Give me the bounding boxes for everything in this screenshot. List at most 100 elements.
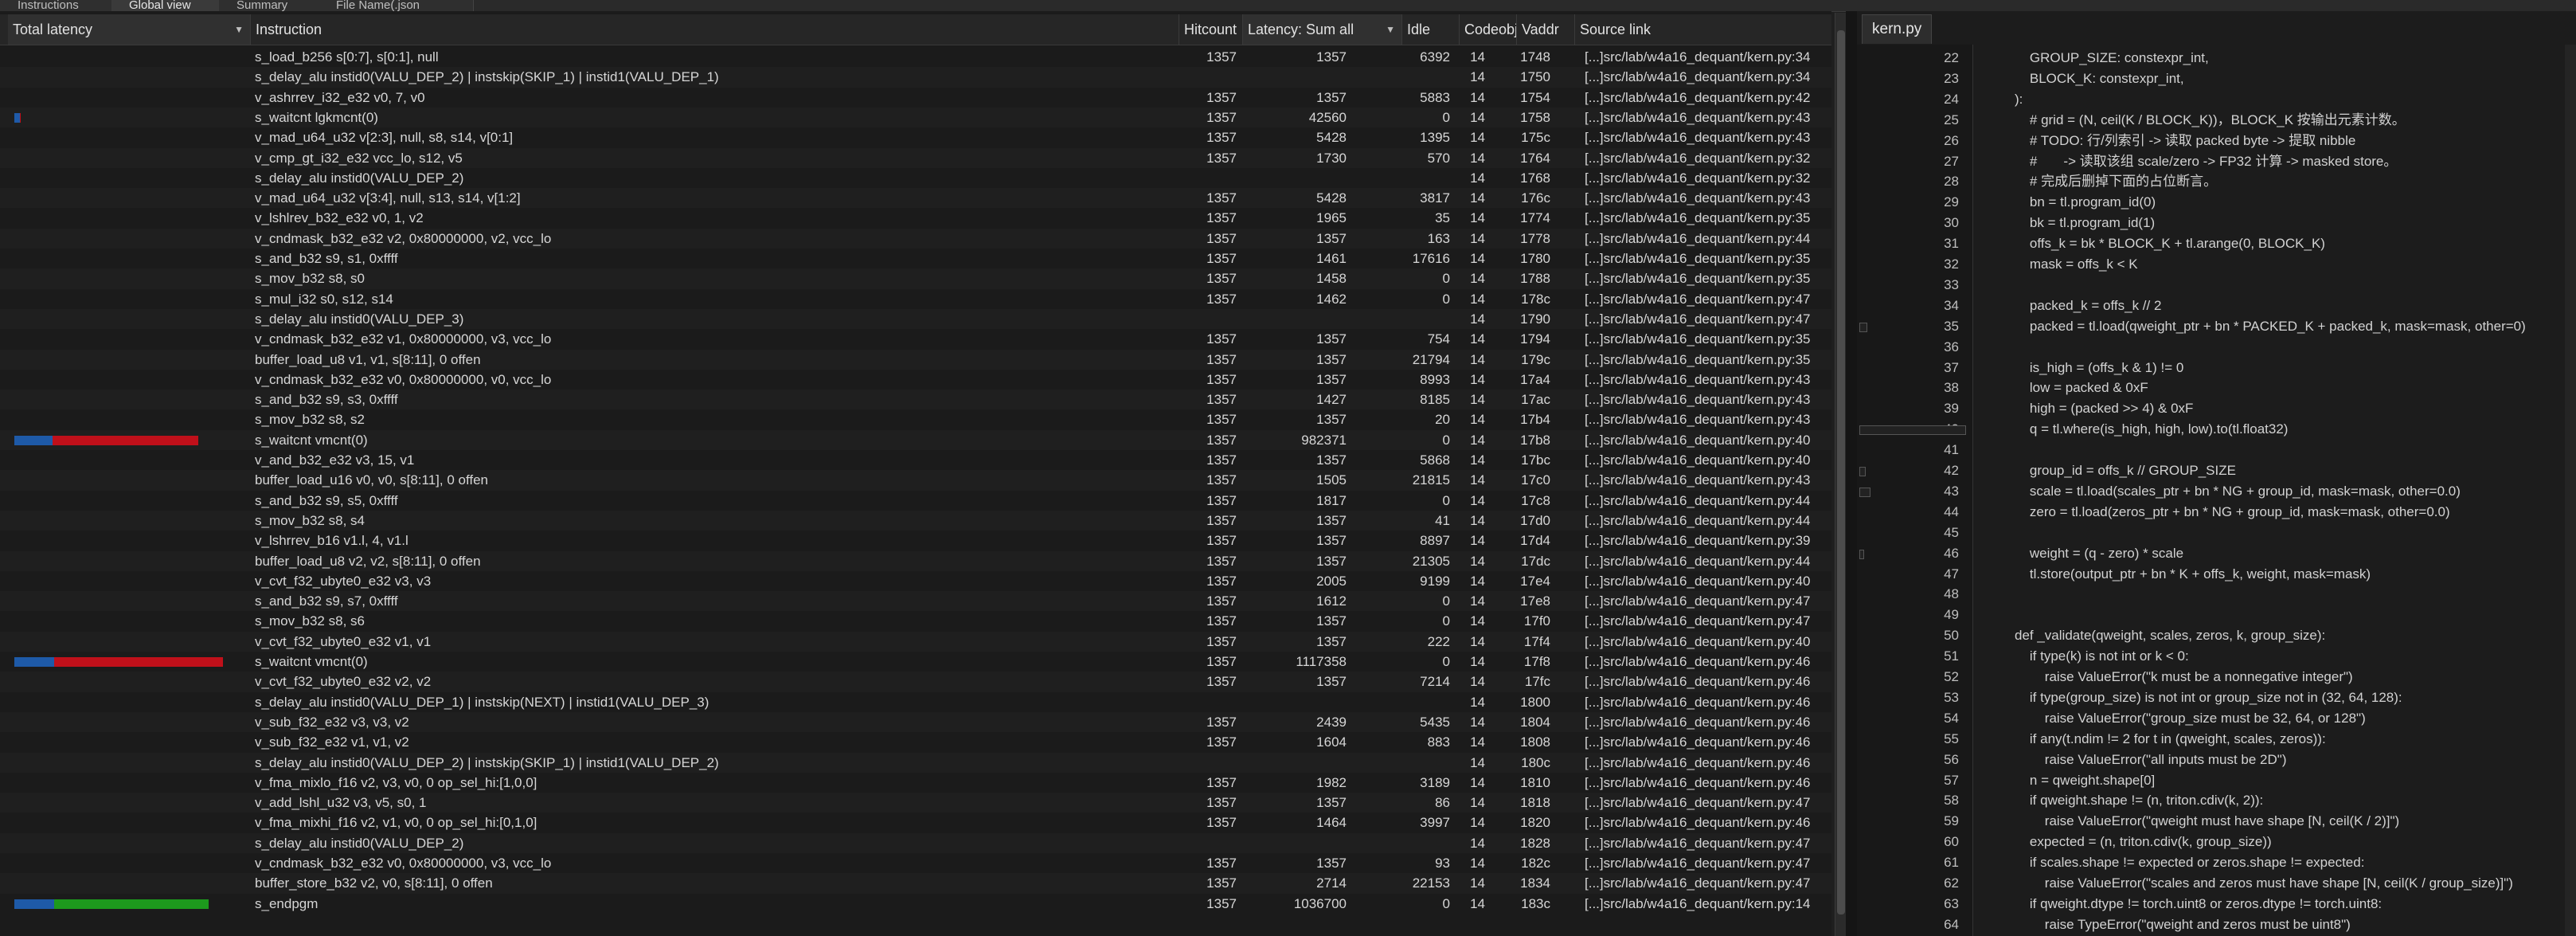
- table-row[interactable]: s_mov_b32 s8, s2 1357 1357 20 14 17b4 [...]src…: [0, 409, 1831, 429]
- table-row[interactable]: v_lshrrev_b16 v1.l, 4, v1.l 1357 1357 8897 1…: [0, 531, 1831, 550]
- table-row[interactable]: s_waitcnt lgkmcnt(0) 1357 42560 0 14 1758 [...…: [0, 107, 1831, 128]
- table-row[interactable]: v_add_lshl_u32 v3, v5, s0, 1 1357 1357 86 14…: [0, 793, 1831, 813]
- table-row[interactable]: s_and_b32 s9, s3, 0xffff 1357 1427 8185 14 17…: [0, 390, 1831, 410]
- table-row[interactable]: v_fma_mixhi_f16 v2, v1, v0, 0 op_sel_hi:…: [0, 813, 1831, 832]
- source-link-cell[interactable]: [...]src/lab/w4a16_dequant/kern.py:35: [1585, 268, 1827, 288]
- tab-file-name[interactable]: File Name(.json: [319, 0, 474, 11]
- source-line[interactable]: offs_k = bk * BLOCK_K + tl.arange(0, BLO…: [2015, 233, 2325, 254]
- source-link-cell[interactable]: [...]src/lab/w4a16_dequant/kern.py:43: [1585, 108, 1827, 127]
- table-row[interactable]: v_mad_u64_u32 v[2:3], null, s8, s14, v[0…: [0, 127, 1831, 147]
- table-row[interactable]: s_delay_alu instid0(VALU_DEP_1) | instsk…: [0, 692, 1831, 712]
- source-line[interactable]: # -> 读取该组 scale/zero -> FP32 计算 -> maske…: [2015, 151, 2398, 172]
- total-latency-column-header[interactable]: Total latency ▼: [8, 14, 251, 45]
- table-row[interactable]: s_delay_alu instid0(VALU_DEP_3) 14 1790 [..…: [0, 308, 1831, 330]
- table-row[interactable]: v_sub_f32_e32 v3, v3, v2 1357 2439 5435 14 18…: [0, 711, 1831, 733]
- source-link-cell[interactable]: [...]src/lab/w4a16_dequant/kern.py:47: [1585, 289, 1827, 309]
- table-row[interactable]: v_cndmask_b32_e32 v2, 0x80000000, v2, vc…: [0, 228, 1831, 249]
- source-link-cell[interactable]: [...]src/lab/w4a16_dequant/kern.py:43: [1585, 470, 1827, 490]
- source-link-cell[interactable]: [...]src/lab/w4a16_dequant/kern.py:47: [1585, 833, 1827, 853]
- source-link-cell[interactable]: [...]src/lab/w4a16_dequant/kern.py:47: [1585, 873, 1827, 893]
- table-row[interactable]: s_load_b256 s[0:7], s[0:1], null 1357 1357…: [0, 47, 1831, 67]
- source-link-cell[interactable]: [...]src/lab/w4a16_dequant/kern.py:42: [1585, 88, 1827, 108]
- table-row[interactable]: v_cvt_f32_ubyte0_e32 v3, v3 1357 2005 9199 1…: [0, 571, 1831, 591]
- source-line[interactable]: if scales.shape != expected or zeros.sha…: [2015, 852, 2365, 873]
- table-row[interactable]: s_delay_alu instid0(VALU_DEP_2) | instsk…: [0, 67, 1831, 88]
- source-line[interactable]: packed = tl.load(qweight_ptr + bn * PACK…: [2015, 316, 2526, 337]
- source-line[interactable]: raise ValueError("k must be a nonnegativ…: [2015, 667, 2353, 687]
- table-row[interactable]: v_cndmask_b32_e32 v0, 0x80000000, v0, vc…: [0, 370, 1831, 390]
- source-link-cell[interactable]: [...]src/lab/w4a16_dequant/kern.py:46: [1585, 773, 1827, 793]
- source-line[interactable]: if type(group_size) is not int or group_…: [2015, 687, 2402, 708]
- table-row[interactable]: s_waitcnt vmcnt(0) 1357 1117358 0 14 17f8 [...…: [0, 652, 1831, 672]
- source-line[interactable]: # grid = (N, ceil(K / BLOCK_K))，BLOCK_K …: [2015, 110, 2406, 131]
- source-line[interactable]: BLOCK_K: constexpr_int,: [2015, 69, 2184, 89]
- table-row[interactable]: v_cndmask_b32_e32 v0, 0x80000000, v3, vc…: [0, 853, 1831, 873]
- table-row[interactable]: s_endpgm 1357 1036700 0 14 183c [...]src/lab/w…: [0, 894, 1831, 914]
- source-line[interactable]: q = tl.where(is_high, high, low).to(tl.f…: [2015, 419, 2289, 440]
- source-link-cell[interactable]: [...]src/lab/w4a16_dequant/kern.py:35: [1585, 208, 1827, 228]
- source-line[interactable]: bk = tl.program_id(1): [2015, 213, 2155, 233]
- idle-column-header[interactable]: Idle: [1402, 14, 1460, 45]
- source-link-cell[interactable]: [...]src/lab/w4a16_dequant/kern.py:43: [1585, 127, 1827, 147]
- table-row[interactable]: v_cvt_f32_ubyte0_e32 v1, v1 1357 1357 222 14…: [0, 631, 1831, 652]
- table-row[interactable]: v_fma_mixlo_f16 v2, v3, v0, 0 op_sel_hi:…: [0, 773, 1831, 793]
- table-row[interactable]: v_cndmask_b32_e32 v1, 0x80000000, v3, vc…: [0, 329, 1831, 349]
- source-line[interactable]: zero = tl.load(zeros_ptr + bn * NG + gro…: [2015, 502, 2450, 523]
- source-line[interactable]: mask = offs_k < K: [2015, 254, 2138, 275]
- table-row[interactable]: s_delay_alu instid0(VALU_DEP_2) | instsk…: [0, 752, 1831, 773]
- table-row[interactable]: s_mov_b32 s8, s6 1357 1357 0 14 17f0 [...]src/…: [0, 611, 1831, 631]
- vaddr-column-header[interactable]: Vaddr: [1517, 14, 1575, 45]
- source-link-cell[interactable]: [...]src/lab/w4a16_dequant/kern.py:46: [1585, 692, 1827, 712]
- source-link-cell[interactable]: [...]src/lab/w4a16_dequant/kern.py:32: [1585, 168, 1827, 188]
- source-line[interactable]: if qweight.shape != (n, triton.cdiv(k, 2…: [2015, 790, 2263, 811]
- source-link-cell[interactable]: [...]src/lab/w4a16_dequant/kern.py:47: [1585, 309, 1827, 329]
- table-row[interactable]: s_waitcnt vmcnt(0) 1357 982371 0 14 17b8 [...]…: [0, 429, 1831, 450]
- source-link-cell[interactable]: [...]src/lab/w4a16_dequant/kern.py:46: [1585, 672, 1827, 691]
- source-link-cell[interactable]: [...]src/lab/w4a16_dequant/kern.py:44: [1585, 511, 1827, 531]
- source-link-cell[interactable]: [...]src/lab/w4a16_dequant/kern.py:43: [1585, 409, 1827, 429]
- table-scrollbar[interactable]: [1835, 13, 1847, 936]
- source-line[interactable]: ):: [2015, 89, 2023, 110]
- source-link-cell[interactable]: [...]src/lab/w4a16_dequant/kern.py:46: [1585, 712, 1827, 732]
- source-link-cell[interactable]: [...]src/lab/w4a16_dequant/kern.py:47: [1585, 853, 1827, 873]
- source-link-cell[interactable]: [...]src/lab/w4a16_dequant/kern.py:35: [1585, 249, 1827, 268]
- table-row[interactable]: s_mul_i32 s0, s12, s14 1357 1462 0 14 178c [..…: [0, 289, 1831, 309]
- table-row[interactable]: s_delay_alu instid0(VALU_DEP_2) 14 1828 [..…: [0, 832, 1831, 853]
- source-line[interactable]: # 完成后删掉下面的占位断言。: [2015, 171, 2217, 192]
- source-link-cell[interactable]: [...]src/lab/w4a16_dequant/kern.py:44: [1585, 551, 1827, 571]
- source-link-cell[interactable]: [...]src/lab/w4a16_dequant/kern.py:34: [1585, 47, 1827, 67]
- panel-splitter[interactable]: [1846, 11, 1857, 936]
- source-line[interactable]: bn = tl.program_id(0): [2015, 192, 2156, 213]
- table-row[interactable]: s_and_b32 s9, s5, 0xffff 1357 1817 0 14 17c8 […: [0, 491, 1831, 511]
- table-row[interactable]: s_mov_b32 s8, s0 1357 1458 0 14 1788 [...]src/…: [0, 268, 1831, 289]
- instruction-column-header[interactable]: Instruction: [251, 14, 1179, 45]
- table-row[interactable]: v_cmp_gt_i32_e32 vcc_lo, s12, v5 1357 1730…: [0, 147, 1831, 168]
- source-link-cell[interactable]: [...]src/lab/w4a16_dequant/kern.py:43: [1585, 370, 1827, 390]
- table-row[interactable]: s_and_b32 s9, s7, 0xffff 1357 1612 0 14 17e8 […: [0, 591, 1831, 612]
- tab-instructions[interactable]: Instructions: [0, 0, 127, 11]
- source-line[interactable]: high = (packed >> 4) & 0xF: [2015, 398, 2194, 419]
- source-link-cell[interactable]: [...]src/lab/w4a16_dequant/kern.py:46: [1585, 652, 1827, 672]
- table-row[interactable]: buffer_load_u8 v1, v1, s[8:11], 0 offen 1…: [0, 349, 1831, 370]
- codeobj-column-header[interactable]: Codeobj: [1460, 14, 1517, 45]
- hitcount-column-header[interactable]: Hitcount: [1179, 14, 1243, 45]
- source-line[interactable]: raise ValueError("scales and zeros must …: [2015, 873, 2513, 894]
- source-line[interactable]: def _validate(qweight, scales, zeros, k,…: [2015, 625, 2325, 646]
- latency-column-header[interactable]: Latency: Sum all ▼: [1243, 14, 1402, 45]
- table-row[interactable]: buffer_load_u16 v0, v0, s[8:11], 0 offen…: [0, 470, 1831, 491]
- source-line[interactable]: if any(t.ndim != 2 for t in (qweight, sc…: [2015, 729, 2326, 750]
- source-link-cell[interactable]: [...]src/lab/w4a16_dequant/kern.py:47: [1585, 793, 1827, 813]
- source-line[interactable]: group_id = offs_k // GROUP_SIZE: [2015, 460, 2236, 481]
- source-link-cell[interactable]: [...]src/lab/w4a16_dequant/kern.py:44: [1585, 229, 1827, 249]
- source-link-cell[interactable]: [...]src/lab/w4a16_dequant/kern.py:39: [1585, 531, 1827, 550]
- table-row[interactable]: v_cvt_f32_ubyte0_e32 v2, v2 1357 1357 7214 1…: [0, 672, 1831, 692]
- source-scrollbar[interactable]: [2565, 45, 2576, 936]
- source-link-cell[interactable]: [...]src/lab/w4a16_dequant/kern.py:35: [1585, 350, 1827, 370]
- source-line[interactable]: raise TypeError("qweight and zeros must …: [2015, 914, 2351, 935]
- source-line[interactable]: raise ValueError("group_size must be 32,…: [2015, 708, 2366, 729]
- source-line[interactable]: # TODO: 行/列索引 -> 读取 packed byte -> 提取 ni…: [2015, 131, 2355, 151]
- source-link-cell[interactable]: [...]src/lab/w4a16_dequant/kern.py:40: [1585, 450, 1827, 470]
- source-line[interactable]: tl.store(output_ptr + bn * K + offs_k, w…: [2015, 564, 2371, 585]
- table-row[interactable]: s_mov_b32 s8, s4 1357 1357 41 14 17d0 [...]src…: [0, 510, 1831, 531]
- file-tab-kern-py[interactable]: kern.py: [1862, 14, 1933, 44]
